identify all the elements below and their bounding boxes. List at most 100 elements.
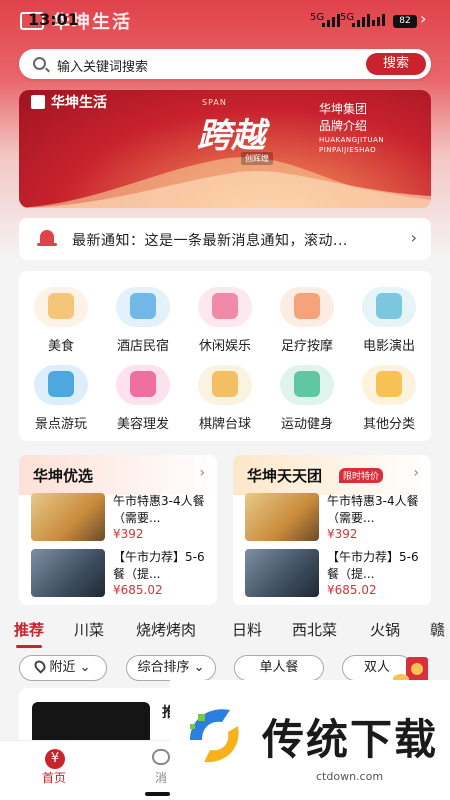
search-bar[interactable]: 输入关键词搜索 搜索 [19, 49, 431, 79]
category-palm-tree[interactable]: 景点游玩 [21, 365, 101, 432]
grid-icon [362, 365, 416, 405]
section-header: 华坤天天团 限时特价 › [233, 455, 431, 495]
filter-nearby[interactable]: 附近 ⌄ [19, 655, 107, 681]
product-price: ¥685.02 [327, 583, 377, 597]
bottom-nav: ¥ 首页 消 [0, 740, 170, 800]
tab-2[interactable]: 烧烤烤肉 [136, 619, 196, 640]
product-image [245, 493, 319, 541]
tab-0[interactable]: 推荐 [14, 619, 44, 640]
signal-bars-icon-1 [322, 14, 340, 27]
product-image [245, 549, 319, 597]
category-beauty[interactable]: 美容理发 [103, 365, 183, 432]
product-price: ¥392 [113, 527, 144, 541]
section-title: 华坤优选 [33, 467, 94, 485]
tab-1[interactable]: 川菜 [74, 619, 104, 640]
tab-6[interactable]: 赣 [430, 619, 445, 640]
beauty-icon [116, 365, 170, 405]
notice-text: 最新通知：这是一条最新消息通知，滚动... [72, 233, 348, 249]
product-price: ¥392 [327, 527, 358, 541]
film-icon [362, 287, 416, 327]
category-label: 电影演出 [362, 339, 415, 354]
banner-wave-graphic [19, 157, 431, 208]
search-input[interactable]: 输入关键词搜索 [57, 56, 148, 75]
product-item[interactable]: 【午市力荐】5-6餐（提... ¥685.02 [245, 549, 425, 599]
category-dumbbell[interactable]: 运动健身 [267, 365, 347, 432]
category-label: 其他分类 [362, 417, 415, 432]
product-name: 【午市力荐】5-6餐（提... [327, 550, 419, 581]
cocktail-icon [198, 287, 252, 327]
category-label: 美容理发 [116, 417, 169, 432]
brand-mark-icon [31, 95, 45, 109]
banner-span-label: SPAN [202, 98, 227, 107]
product-name: 午市特惠3-4人餐（需要... [113, 494, 205, 525]
location-pin-icon [32, 658, 49, 674]
watermark-url: ctdown.com [316, 770, 384, 783]
home-icon[interactable]: ¥ [45, 749, 65, 769]
filter-double-label: 双人 [363, 660, 390, 675]
food-icon [34, 287, 88, 327]
chevron-down-icon: ⌄ [193, 660, 205, 675]
product-item[interactable]: 午市特惠3-4人餐（需要... ¥392 [31, 493, 211, 543]
category-cards[interactable]: 棋牌台球 [185, 365, 265, 432]
tab-active-indicator [16, 645, 42, 648]
tab-5[interactable]: 火锅 [370, 619, 400, 640]
tab-3[interactable]: 日料 [232, 619, 262, 640]
tab-4[interactable]: 西北菜 [292, 619, 337, 640]
section-card-huakun-youxuan[interactable]: 华坤优选 › 午市特惠3-4人餐（需要... ¥392 【午市力荐】5-6餐（提..… [19, 455, 217, 605]
category-label: 足疗按摩 [280, 339, 333, 354]
message-icon[interactable] [152, 749, 170, 765]
category-grid: 美食 酒店民宿 休闲娱乐 足疗按摩 电影演出景点游玩 美容理发 棋牌台球 运动健身 其他分类 [19, 271, 431, 441]
filter-single-meal[interactable]: 单人餐 [234, 655, 324, 681]
filter-sort[interactable]: 综合排序 ⌄ [126, 655, 216, 681]
banner-line-2: 品牌介绍 [319, 119, 368, 133]
category-cocktail[interactable]: 休闲娱乐 [185, 287, 265, 354]
battery-icon: 82 [393, 15, 417, 28]
category-film[interactable]: 电影演出 [349, 287, 429, 354]
banner-brand-text: 华坤生活 [51, 95, 107, 111]
category-food[interactable]: 美食 [21, 287, 101, 354]
filter-nearby-label: 附近 [49, 660, 76, 675]
chevron-right-icon: › [420, 9, 427, 28]
section-card-huakun-tiantiantuan[interactable]: 华坤天天团 限时特价 › 午市特惠3-4人餐（需要... ¥392 【午市力荐】5-… [233, 455, 431, 605]
banner-line-4: PINPAIJIESHAO [319, 146, 377, 154]
section-title: 华坤天天团 [247, 467, 323, 485]
product-item[interactable]: 午市特惠3-4人餐（需要... ¥392 [245, 493, 425, 543]
category-grid[interactable]: 其他分类 [349, 365, 429, 432]
signal-bars-icon-2 [352, 14, 370, 27]
product-item[interactable]: 【午市力荐】5-6餐（提... ¥685.02 [31, 549, 211, 599]
wifi-icon [372, 14, 385, 26]
watermark-title: 传统下载 [262, 715, 439, 764]
category-foot[interactable]: 足疗按摩 [267, 287, 347, 354]
category-label: 运动健身 [280, 417, 333, 432]
category-label: 景点游玩 [34, 417, 87, 432]
chevron-down-icon: ⌄ [79, 660, 91, 675]
dumbbell-icon [280, 365, 334, 405]
watermark-overlay: 传统下载 ctdown.com [170, 680, 450, 800]
category-tabs: 推荐 川菜 烧烤烤肉 日料 西北菜 火锅 赣 [0, 613, 450, 648]
notice-bar[interactable]: 最新通知：这是一条最新消息通知，滚动... › [19, 218, 431, 260]
nav-home-label[interactable]: 首页 [42, 769, 66, 786]
product-name: 【午市力荐】5-6餐（提... [113, 550, 205, 581]
banner-brand: 华坤生活 [31, 92, 107, 112]
chevron-right-icon[interactable]: › [413, 465, 419, 481]
limited-offer-badge: 限时特价 [339, 468, 384, 483]
promo-banner[interactable]: 华坤生活 SPAN 跨越 创辉煌 华坤集团 品牌介绍 HUAKANGJITUAN… [19, 90, 431, 208]
category-hotel[interactable]: 酒店民宿 [103, 287, 183, 354]
category-label: 酒店民宿 [116, 339, 169, 354]
filter-single-label: 单人餐 [259, 660, 299, 675]
hotel-icon [116, 287, 170, 327]
chevron-right-icon[interactable]: › [411, 228, 417, 247]
category-label: 美食 [47, 339, 74, 354]
search-button[interactable]: 搜索 [366, 53, 426, 75]
product-image [31, 549, 105, 597]
nav-message-label[interactable]: 消 [155, 769, 167, 786]
bell-icon [37, 230, 57, 246]
section-header: 华坤优选 › [19, 455, 217, 495]
watermark-logo-icon [190, 709, 239, 763]
chevron-right-icon[interactable]: › [199, 465, 205, 481]
product-price: ¥685.02 [113, 583, 163, 597]
category-label: 休闲娱乐 [198, 339, 251, 354]
foot-icon [280, 287, 334, 327]
status-bar: 华坤生活 13:01 5G 5G 82 › [0, 0, 450, 40]
filter-sort-label: 综合排序 [137, 660, 190, 675]
